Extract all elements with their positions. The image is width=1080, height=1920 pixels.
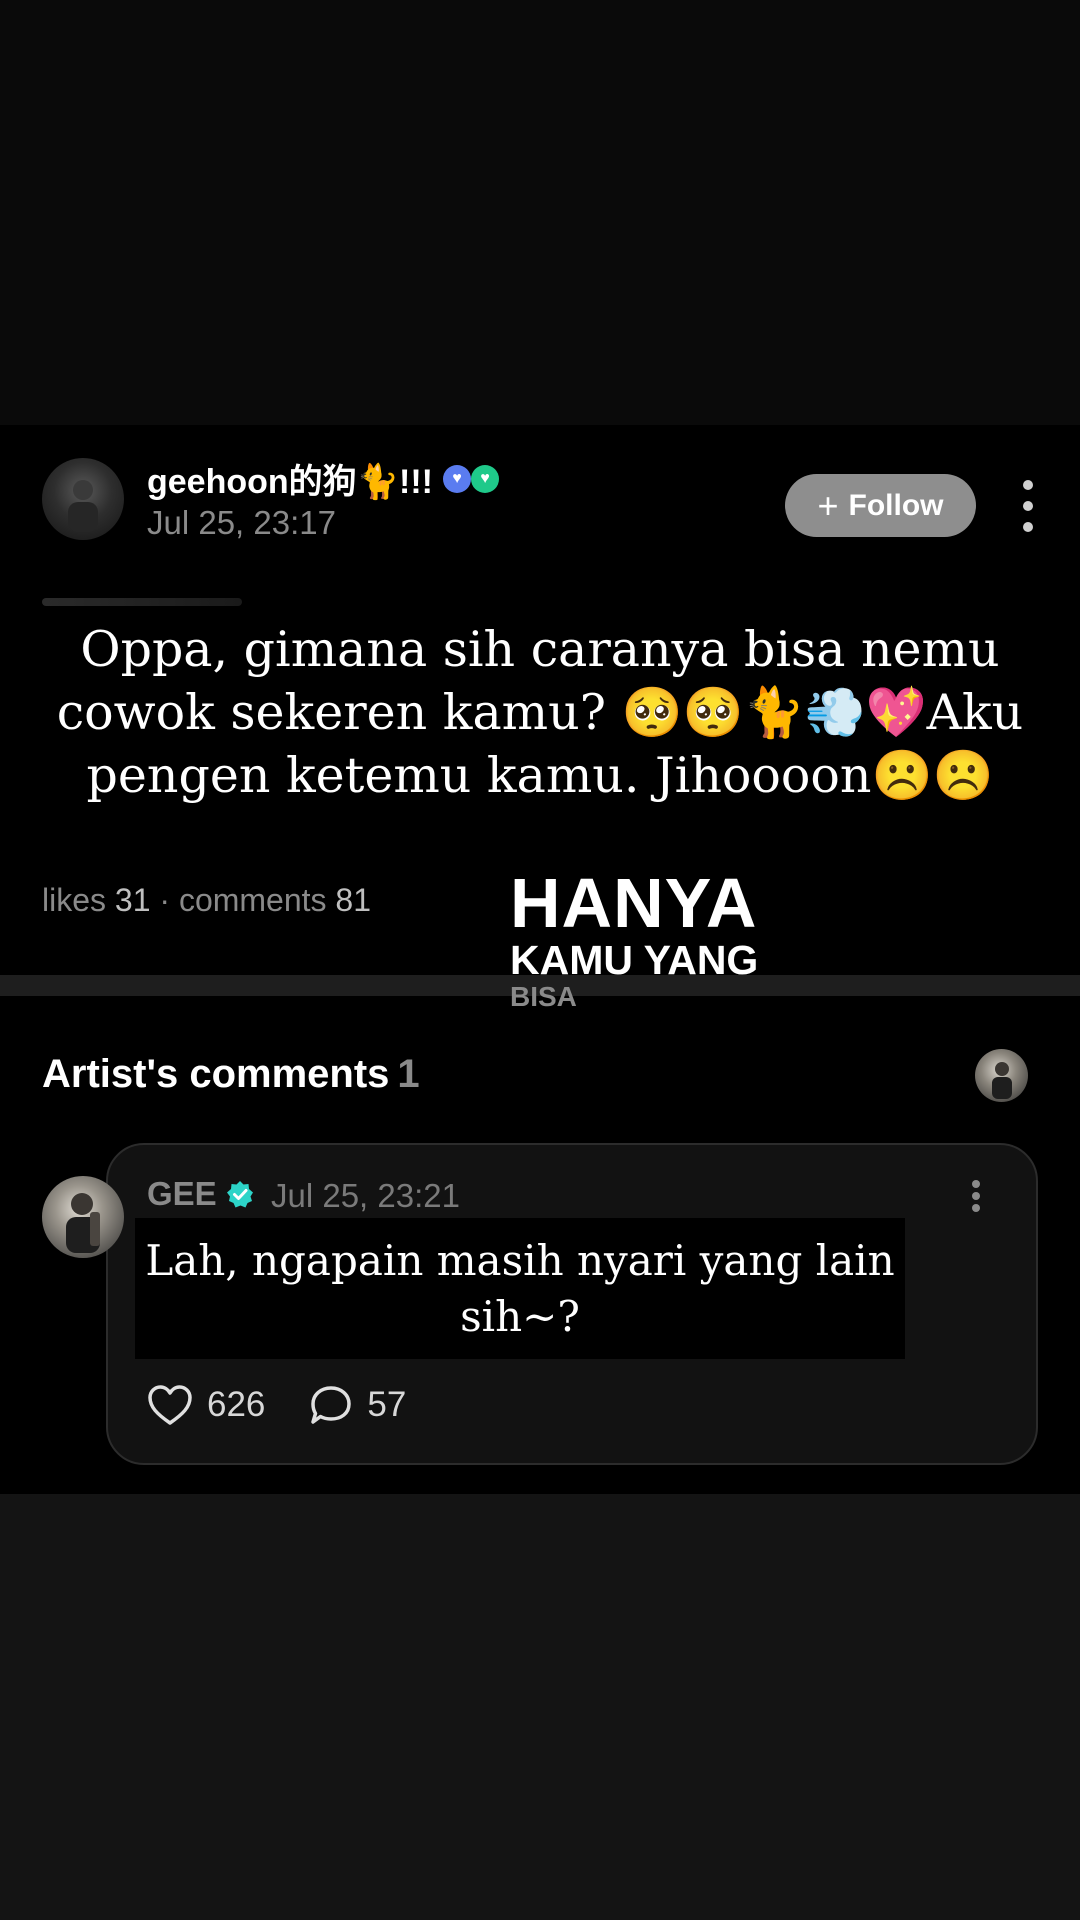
verified-check-icon (226, 1181, 253, 1208)
comments-label[interactable]: comments (179, 882, 327, 918)
artist-avatar-small[interactable] (975, 1049, 1028, 1102)
plus-icon: + (817, 484, 839, 526)
faded-translation-line (42, 598, 242, 606)
gee-avatar[interactable] (42, 1176, 124, 1258)
overlay-caption-line1: HANYA (510, 864, 758, 942)
follow-label: Follow (848, 488, 944, 522)
comment-more-icon[interactable] (970, 1180, 982, 1212)
likes-count: 31 (114, 882, 151, 918)
artist-comments-heading: Artist's comments 1 (42, 1052, 420, 1097)
poster-username-text: geehoon的狗🐈!!! (147, 463, 433, 501)
shield-heart-icon: ♥ (442, 464, 471, 493)
heart-outline-icon[interactable] (147, 1384, 193, 1426)
follow-button[interactable]: + Follow (785, 474, 976, 537)
comment-date: Jul 25, 23:21 (271, 1177, 460, 1214)
artist-comments-count: 1 (397, 1052, 420, 1096)
comment-author-name: GEE (147, 1175, 217, 1212)
comments-count: 81 (335, 882, 372, 918)
comment-author[interactable]: GEE (147, 1175, 255, 1213)
comment-replies-count: 57 (367, 1385, 407, 1424)
comment-text: Lah, ngapain masih nyari yang lain sih~? (145, 1236, 895, 1341)
more-options-icon[interactable] (1022, 480, 1034, 532)
heart-check-icon: ♥ (470, 464, 499, 493)
speech-bubble-icon[interactable] (309, 1384, 353, 1426)
likes-label: likes (42, 882, 107, 918)
post-text: Oppa, gimana sih caranya bisa nemu cowok… (56, 621, 1024, 804)
comment-reactions: 626 57 (147, 1384, 406, 1426)
top-black-area (0, 0, 1080, 425)
overlay-caption-line2: KAMU YANG (510, 937, 759, 983)
artist-comments-title: Artist's comments (42, 1052, 390, 1096)
comment-likes-count: 626 (207, 1385, 266, 1424)
poster-avatar[interactable] (42, 458, 124, 540)
poster-username[interactable]: geehoon的狗🐈!!! ♥ ♥ (147, 454, 499, 503)
bottom-empty-area (0, 1494, 1080, 1920)
post-stats: likes 31 · comments 81 (42, 882, 371, 919)
stats-separator: · (159, 882, 171, 918)
overlay-caption-line3: BISA (510, 981, 577, 1012)
post-date: Jul 25, 23:17 (147, 504, 336, 541)
